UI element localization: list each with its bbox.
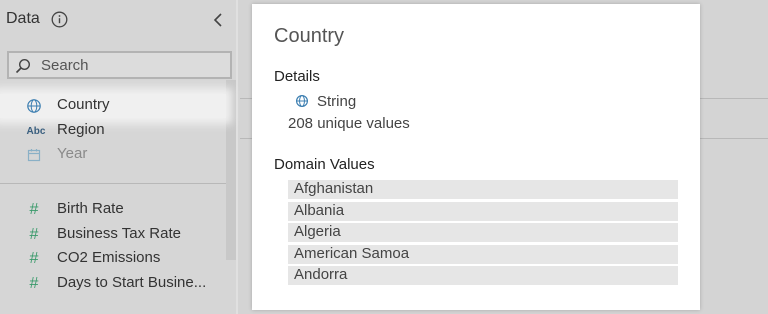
domain-value: Algeria bbox=[288, 223, 678, 243]
data-pane: Data Search Country Abc Region Year # Bi… bbox=[0, 0, 238, 314]
field-country[interactable]: Country bbox=[0, 94, 226, 118]
background-divider bbox=[700, 138, 768, 139]
field-label: CO2 Emissions bbox=[57, 249, 161, 266]
unique-values-count: 208 unique values bbox=[288, 115, 410, 132]
field-label: Country bbox=[57, 96, 110, 113]
field-label: Region bbox=[57, 121, 105, 138]
search-icon bbox=[15, 58, 31, 74]
hash-icon: # bbox=[29, 226, 39, 243]
field-region[interactable]: Abc Region bbox=[0, 119, 226, 143]
scrollbar[interactable] bbox=[226, 80, 236, 260]
hash-icon: # bbox=[29, 201, 39, 218]
field-label: Business Tax Rate bbox=[57, 225, 181, 242]
hash-icon: # bbox=[29, 250, 39, 267]
domain-value: Andorra bbox=[288, 266, 678, 286]
globe-icon bbox=[296, 95, 308, 107]
data-pane-title: Data bbox=[6, 10, 40, 27]
domain-value: American Samoa bbox=[288, 244, 678, 264]
field-business-tax-rate[interactable]: # Business Tax Rate bbox=[0, 223, 226, 247]
domain-value: Albania bbox=[288, 201, 678, 221]
field-details-card: Country Details String 208 unique values… bbox=[252, 4, 700, 310]
background-divider bbox=[700, 98, 768, 99]
background-divider bbox=[240, 98, 252, 99]
search-placeholder: Search bbox=[41, 57, 89, 74]
domain-values-heading: Domain Values bbox=[274, 156, 375, 173]
field-co2-emissions[interactable]: # CO2 Emissions bbox=[0, 247, 226, 271]
domain-values-list: Afghanistan Albania Algeria American Sam… bbox=[288, 180, 678, 288]
data-type-label: String bbox=[317, 93, 357, 110]
hash-icon: # bbox=[29, 275, 39, 292]
field-label: Days to Start Busine... bbox=[57, 274, 207, 291]
card-title: Country bbox=[274, 25, 345, 47]
domain-value: Afghanistan bbox=[288, 180, 678, 199]
search-input[interactable]: Search bbox=[7, 51, 232, 79]
globe-icon bbox=[27, 99, 41, 113]
background-divider bbox=[240, 138, 252, 139]
calendar-icon bbox=[27, 149, 41, 162]
abc-icon: Abc bbox=[26, 125, 46, 137]
field-days-to-start-business[interactable]: # Days to Start Busine... bbox=[0, 272, 226, 296]
chevron-left-icon[interactable] bbox=[211, 12, 225, 28]
details-heading: Details bbox=[274, 68, 320, 85]
data-pane-header: Data bbox=[0, 0, 238, 42]
field-label: Birth Rate bbox=[57, 200, 124, 217]
field-birth-rate[interactable]: # Birth Rate bbox=[0, 198, 226, 222]
field-label: Year bbox=[57, 145, 88, 162]
info-icon[interactable] bbox=[51, 11, 68, 28]
field-year[interactable]: Year bbox=[0, 143, 226, 167]
pane-divider bbox=[0, 183, 226, 184]
